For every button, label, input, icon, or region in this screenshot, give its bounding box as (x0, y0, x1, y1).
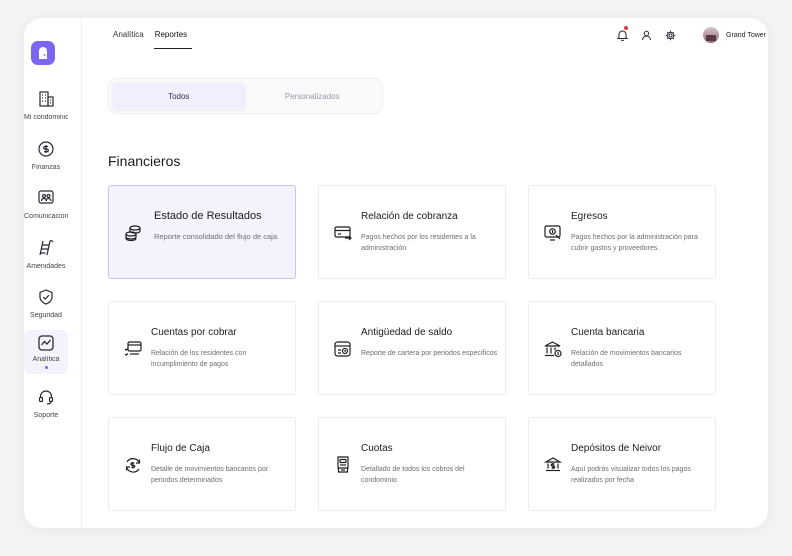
report-filter-segment: Todos Personalizados (108, 78, 383, 114)
coins-stack-icon (123, 223, 143, 243)
sidebar-item-label: Amenidades (26, 263, 66, 270)
top-tabs: Analítica Reportes (113, 30, 193, 49)
card-title: Cuenta bancaria (571, 327, 645, 338)
pool-ladder-icon (36, 238, 56, 258)
active-indicator (44, 366, 48, 369)
sidebar-item-label: Finanzas (31, 164, 61, 171)
card-description: Relación de los residentes con incumplim… (151, 350, 247, 368)
sidebar-item-analitica[interactable]: Analítica (24, 330, 68, 374)
dollar-cycle-icon (123, 455, 143, 475)
sidebar-item-finanzas[interactable]: Finanzas (24, 136, 68, 182)
profile-button[interactable] (639, 28, 653, 42)
app-logo[interactable] (31, 41, 55, 65)
sidebar-item-soporte[interactable]: Soporte (24, 384, 68, 430)
tab-reportes[interactable]: Reportes (153, 30, 193, 49)
building-icon (36, 89, 56, 109)
sidebar-item-comunicaciones[interactable]: Comunicaciones (24, 185, 68, 231)
card-title: Antigüedad de saldo (361, 327, 453, 338)
report-card-relacion-de-cobranza[interactable]: Relación de cobranza Pagos hechos por lo… (318, 185, 506, 279)
sidebar-item-amenidades[interactable]: Amenidades (24, 235, 68, 281)
analytics-icon (36, 333, 56, 353)
card-transfer-icon (333, 223, 353, 243)
report-card-flujo-de-caja[interactable]: Flujo de Caja Detalle de movimientos ban… (108, 417, 296, 511)
sidebar-item-label: Seguridad (30, 312, 62, 319)
card-description: Pagos hechos por la administración para … (571, 234, 698, 252)
user-name: Grand Tower (726, 31, 766, 39)
sidebar-item-label: Mi condominio (24, 114, 68, 121)
sidebar-item-label: Soporte (33, 412, 59, 419)
settings-button[interactable] (663, 28, 677, 42)
segment-personalizados[interactable]: Personalizados (246, 82, 380, 110)
report-card-cuotas[interactable]: Cuotas Detallado de todos los cobros del… (318, 417, 506, 511)
gear-icon (665, 30, 675, 40)
avatar (703, 27, 720, 43)
card-title: Cuentas por cobrar (151, 327, 237, 338)
card-title: Depósitos de Neivor (571, 443, 662, 454)
card-description: Aquí podrás visualizar todos los pagos r… (571, 466, 691, 484)
card-description: Relación de movimientos bancarios detall… (571, 350, 682, 368)
sidebar-item-label: Comunicaciones (24, 213, 68, 220)
report-card-depositos-de-neivor[interactable]: Depósitos de Neivor Aquí podrás visualiz… (528, 417, 716, 511)
tab-analitica[interactable]: Analítica (113, 30, 144, 49)
sidebar-item-mi-condominio[interactable]: Mi condominio (24, 86, 68, 132)
card-description: Pagos hechos por los residentes a la adm… (361, 234, 476, 252)
screen-dollar-icon (543, 223, 563, 243)
card-description: Detalle de movimientos bancarios por per… (151, 466, 269, 484)
report-card-cuentas-por-cobrar[interactable]: Cuentas por cobrar Relación de los resid… (108, 301, 296, 395)
card-title: Estado de Resultados (154, 210, 262, 222)
report-card-cuenta-bancaria[interactable]: Cuenta bancaria Relación de movimientos … (528, 301, 716, 395)
report-card-egresos[interactable]: Egresos Pagos hechos por la administraci… (528, 185, 716, 279)
user-icon (641, 30, 651, 40)
sidebar-item-seguridad[interactable]: Seguridad (24, 284, 68, 330)
bank-icon (543, 339, 563, 359)
card-description: Reporte consolidado del flujo de caja. (154, 232, 280, 241)
card-list-icon (123, 339, 143, 359)
shield-check-icon (36, 287, 56, 307)
card-description: Detallado de todos los cobros del condom… (361, 466, 465, 484)
section-title: Financieros (108, 153, 181, 169)
card-title: Egresos (571, 211, 608, 222)
user-menu[interactable]: Grand Tower (703, 27, 766, 43)
bell-icon (616, 30, 628, 41)
card-title: Relación de cobranza (361, 211, 458, 222)
sidebar: Mi condominio Finanzas Comunicaciones Am… (24, 18, 82, 528)
wallet-clock-icon (333, 339, 353, 359)
report-card-estado-de-resultados[interactable]: Estado de Resultados Reporte consolidado… (108, 185, 296, 279)
headset-icon (36, 387, 56, 407)
segment-todos[interactable]: Todos (112, 82, 246, 110)
notifications-button[interactable] (615, 26, 629, 42)
card-title: Cuotas (361, 443, 393, 454)
header-actions: Grand Tower (615, 25, 768, 45)
card-description: Reporte de cartera por periodos específi… (361, 350, 498, 357)
sidebar-item-label: Analítica (32, 356, 60, 363)
receipt-icon (333, 455, 353, 475)
chat-users-icon (36, 188, 56, 208)
dollar-circle-icon (36, 139, 56, 159)
app-window: Mi condominio Finanzas Comunicaciones Am… (24, 18, 768, 528)
deposit-icon (543, 455, 563, 475)
report-card-antiguedad-de-saldo[interactable]: Antigüedad de saldo Reporte de cartera p… (318, 301, 506, 395)
door-icon (39, 46, 47, 59)
card-title: Flujo de Caja (151, 443, 210, 454)
